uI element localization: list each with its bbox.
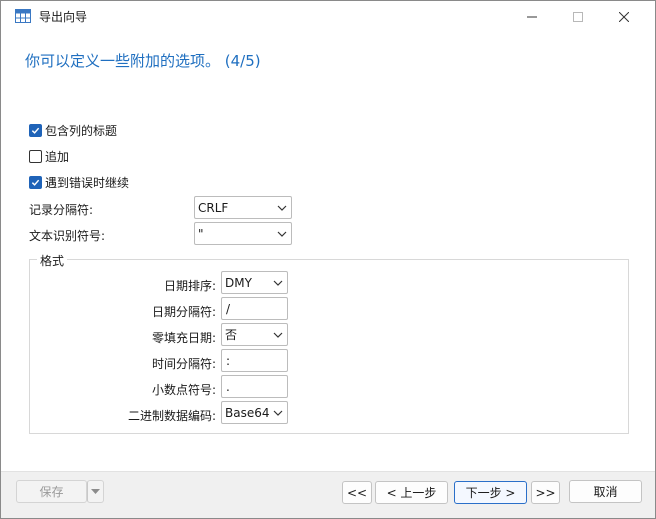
binary-encoding-value: Base64 [225,405,270,420]
window-title: 导出向导 [39,10,88,24]
include-headers-label: 包含列的标题 [45,123,118,138]
date-order-select[interactable]: DMY [221,271,288,294]
checkbox-box[interactable] [29,149,42,163]
chevron-down-icon [273,197,291,218]
decimal-symbol-label: 小数点符号: [151,383,216,397]
decimal-symbol-input[interactable]: . [221,375,288,398]
continue-on-error-checkbox[interactable]: 遇到错误时继续 [29,174,129,190]
checkmark-icon [31,179,40,186]
previous-step-label: < 上一步 [386,486,437,500]
include-headers-checkbox[interactable]: 包含列的标题 [29,122,117,138]
next-step-label: 下一步 > [465,486,516,500]
export-wizard-window: 导出向导 你可以定义一些附加的选项。 (4/5) 包含列的标题 追加 遇到错误时… [0,0,656,519]
time-delimiter-input[interactable]: : [221,349,288,372]
minimize-button[interactable] [509,1,555,32]
cancel-button[interactable]: 取消 [569,480,642,503]
caret-down-icon [91,488,100,494]
record-delimiter-label: 记录分隔符: [29,203,94,217]
maximize-icon [573,11,583,22]
minimize-icon [527,16,537,17]
format-group-title: 格式 [37,252,68,269]
last-step-button[interactable]: >> [531,481,560,504]
append-label: 追加 [45,149,70,164]
zero-padding-date-select[interactable]: 否 [221,323,288,346]
date-order-label: 日期排序: [163,279,216,293]
close-button[interactable] [601,1,647,32]
record-delimiter-value: CRLF [198,200,229,215]
zero-padding-date-value: 否 [225,328,238,342]
chevron-down-icon [269,272,287,293]
chevron-down-icon [273,223,291,244]
save-dropdown-button[interactable] [87,480,104,503]
record-delimiter-select[interactable]: CRLF [194,196,292,219]
chevron-down-icon [269,324,287,345]
close-icon [619,11,629,22]
date-delimiter-input[interactable]: / [221,297,288,320]
first-step-label: << [346,485,368,500]
title-bar[interactable]: 导出向导 [1,1,655,32]
checkbox-box[interactable] [29,123,42,137]
continue-on-error-label: 遇到错误时继续 [45,175,130,190]
checkbox-box[interactable] [29,175,42,189]
text-qualifier-select[interactable]: " [194,222,292,245]
time-delimiter-label: 时间分隔符: [151,357,216,371]
cancel-button-label: 取消 [593,485,618,499]
text-qualifier-value: " [198,226,204,241]
date-delimiter-label: 日期分隔符: [151,305,216,319]
chevron-down-icon [270,402,288,423]
zero-padding-date-label: 零填充日期: [151,331,216,345]
save-button-label: 保存 [39,485,64,499]
page-heading: 你可以定义一些附加的选项。 (4/5) [25,52,261,70]
last-step-label: >> [535,485,556,500]
first-step-button[interactable]: << [342,481,372,504]
table-icon [15,9,31,23]
previous-step-button[interactable]: < 上一步 [375,481,448,504]
append-checkbox[interactable]: 追加 [29,148,69,164]
binary-encoding-label: 二进制数据编码: [127,409,216,423]
date-delimiter-value: / [226,301,231,316]
text-qualifier-label: 文本识别符号: [29,229,106,243]
save-button[interactable]: 保存 [16,480,87,503]
binary-encoding-select[interactable]: Base64 [221,401,288,424]
time-delimiter-value: : [226,353,231,368]
date-order-value: DMY [225,275,252,290]
decimal-symbol-value: . [226,379,230,394]
next-step-button[interactable]: 下一步 > [454,481,527,504]
maximize-button[interactable] [555,1,601,32]
checkmark-icon [31,127,40,134]
